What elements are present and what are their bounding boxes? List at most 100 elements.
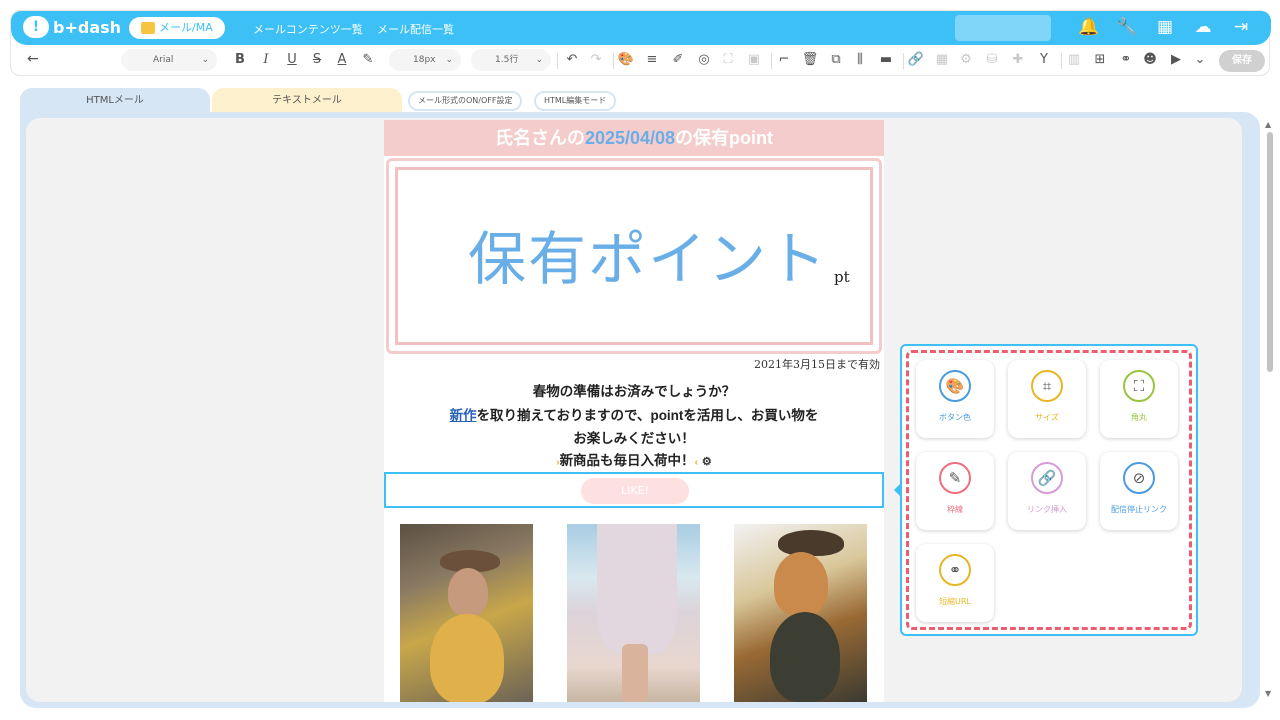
- product-photo-2[interactable]: [567, 524, 700, 702]
- wrench-icon[interactable]: 🔧: [1115, 15, 1139, 39]
- image-icon[interactable]: ▣: [745, 51, 763, 69]
- scrollbar-thumb[interactable]: [1267, 132, 1273, 372]
- leg-shape: [622, 644, 648, 702]
- shirt-shape: [770, 612, 840, 702]
- link-icon: 🔗: [1031, 462, 1063, 494]
- strikethrough-icon[interactable]: S: [308, 51, 326, 69]
- database-icon[interactable]: ⛁: [983, 51, 1001, 69]
- skirt-shape: [597, 524, 677, 654]
- link-icon[interactable]: 🔗: [907, 51, 925, 69]
- fullscreen-icon[interactable]: ⛶: [719, 51, 737, 69]
- chevron-down-icon[interactable]: ⌄: [1191, 51, 1209, 69]
- points-frame-inner: 保有ポイント pt: [395, 167, 873, 345]
- chevron-down-icon: ⌄: [445, 55, 453, 65]
- copy-line-4: ›新商品も毎日入荷中！‹ ⚙: [556, 453, 712, 468]
- copy-line-3: お楽しみください！: [573, 431, 695, 446]
- scroll-up-icon[interactable]: ▲: [1265, 120, 1271, 129]
- toolbar-divider: [771, 53, 772, 69]
- nav-mail-ma-button[interactable]: メール/MA: [129, 17, 225, 39]
- sweater-shape: [430, 614, 504, 702]
- like-button[interactable]: LIKE!: [581, 478, 689, 504]
- new-arrivals-link[interactable]: 新作: [450, 408, 477, 423]
- nav-right-icons: 🔔 🔧 ▦ ☁ ⇥: [1077, 15, 1253, 39]
- back-arrow-icon[interactable]: ←: [27, 51, 39, 67]
- hair-shape: [774, 552, 828, 616]
- italic-icon[interactable]: I: [257, 51, 275, 69]
- mail-preview: 氏名さんの2025/04/08の保有point 保有ポイント pt 2021年3…: [384, 120, 884, 702]
- button-color-option[interactable]: 🎨 ボタン色: [916, 360, 994, 438]
- chevron-down-icon: ⌄: [201, 55, 209, 65]
- nav-mail-content-list[interactable]: メールコンテンツ一覧: [253, 21, 363, 37]
- line-height-select[interactable]: 1.5行 ⌄: [471, 49, 551, 71]
- person-icon[interactable]: ☻: [1141, 51, 1159, 69]
- scrollbar[interactable]: ▲ ▼: [1264, 120, 1276, 698]
- highlight-icon[interactable]: ✎: [359, 51, 377, 69]
- top-bar: ! b+dash メール/MA メールコンテンツ一覧 メール配信一覧 🔔 🔧 ▦…: [10, 10, 1271, 76]
- chevron-left-icon: ‹: [694, 457, 698, 468]
- crop-icon[interactable]: ⌐: [775, 51, 793, 69]
- chevron-down-icon: ⌄: [535, 55, 543, 65]
- short-url-option[interactable]: ⚭ 短縮URL: [916, 544, 994, 622]
- toolbar-divider: [613, 53, 614, 69]
- short-url-icon: ⚭: [939, 554, 971, 586]
- font-family-select[interactable]: Arial ⌄: [121, 49, 217, 71]
- tab-text-mail[interactable]: テキストメール: [212, 88, 402, 114]
- hat-shape: [778, 530, 844, 556]
- envelope-icon: [141, 22, 155, 34]
- product-photo-3[interactable]: [734, 524, 867, 702]
- blurred-account-area: [955, 15, 1051, 41]
- mail-format-toggle-button[interactable]: メール形式のON/OFF設定: [408, 91, 523, 111]
- logo[interactable]: ! b+dash: [23, 16, 121, 38]
- selected-button-block[interactable]: LIKE!: [384, 472, 884, 508]
- copy-icon[interactable]: ⧉: [827, 51, 845, 69]
- rows-icon[interactable]: ▬: [877, 51, 895, 69]
- pen-icon[interactable]: ✐: [669, 51, 687, 69]
- target-icon[interactable]: ◎: [695, 51, 713, 69]
- edit-add-icon[interactable]: ✚: [1009, 51, 1027, 69]
- undo-icon[interactable]: ↶: [563, 51, 581, 69]
- redo-icon[interactable]: ↷: [587, 51, 605, 69]
- save-button[interactable]: 保存: [1219, 50, 1265, 72]
- calendar-icon[interactable]: ▦: [933, 51, 951, 69]
- unsubscribe-link-option[interactable]: ⊘ 配信停止リンク: [1100, 452, 1178, 530]
- trash-icon[interactable]: 🗑: [801, 51, 819, 69]
- filter-icon[interactable]: Y: [1035, 51, 1053, 69]
- font-size-select[interactable]: 18px ⌄: [389, 49, 461, 71]
- help-icon[interactable]: ☁: [1191, 15, 1215, 39]
- scroll-down-icon[interactable]: ▼: [1265, 689, 1271, 698]
- mail-header[interactable]: 氏名さんの2025/04/08の保有point: [384, 120, 884, 156]
- product-photo-1[interactable]: [400, 524, 533, 702]
- settings-icon[interactable]: ⚙: [957, 51, 975, 69]
- toolbar-divider: [903, 53, 904, 69]
- block-icon[interactable]: ▥: [1065, 51, 1083, 69]
- face-shape: [448, 568, 488, 616]
- insert-link-option[interactable]: 🔗 リンク挿入: [1008, 452, 1086, 530]
- gear-icon[interactable]: ⚙: [702, 456, 712, 468]
- grid-icon[interactable]: ▦: [1153, 15, 1177, 39]
- add-block-icon[interactable]: ⊞: [1091, 51, 1109, 69]
- border-option[interactable]: ✎ 枠線: [916, 452, 994, 530]
- toolbar-divider: [1061, 53, 1062, 69]
- pen-icon: ✎: [939, 462, 971, 494]
- expand-icon: ⛶: [1123, 370, 1155, 402]
- bell-icon[interactable]: 🔔: [1077, 15, 1101, 39]
- points-frame[interactable]: 保有ポイント pt: [386, 158, 882, 354]
- html-edit-mode-button[interactable]: HTML編集モード: [534, 91, 617, 111]
- logout-icon[interactable]: ⇥: [1229, 15, 1253, 39]
- size-option[interactable]: ⌗ サイズ: [1008, 360, 1086, 438]
- corner-radius-option[interactable]: ⛶ 角丸: [1100, 360, 1178, 438]
- palette-icon: 🎨: [939, 370, 971, 402]
- align-icon[interactable]: ≡: [643, 51, 661, 69]
- link-settings-icon[interactable]: ⚭: [1117, 51, 1135, 69]
- tab-html-mail[interactable]: HTMLメール: [20, 88, 210, 114]
- columns-icon[interactable]: ⫼: [851, 51, 869, 69]
- bold-icon[interactable]: B: [231, 51, 249, 69]
- copy-line-2: 新作を取り揃えておりますので、pointを活用し、お買い物を: [449, 408, 819, 423]
- text-color-icon[interactable]: A: [333, 51, 351, 69]
- unsubscribe-link-icon: ⊘: [1123, 462, 1155, 494]
- palette-icon[interactable]: 🎨: [617, 51, 635, 69]
- underline-icon[interactable]: U: [283, 51, 301, 69]
- nav-mail-delivery-list[interactable]: メール配信一覧: [377, 21, 454, 37]
- toolbar-divider: [557, 53, 558, 69]
- play-icon[interactable]: ▶: [1167, 51, 1185, 69]
